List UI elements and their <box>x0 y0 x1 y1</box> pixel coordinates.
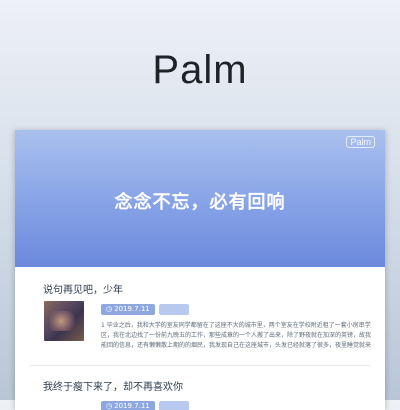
post-excerpt: 1 毕业之后，我和大学的室友同学都留在了这座不大的城市里，两个室友在学校附近租了… <box>101 322 371 349</box>
post-title[interactable]: 我终于瘦下来了，却不再喜欢你 <box>43 378 371 393</box>
thumbnail-image <box>50 311 78 331</box>
hero-banner: Palm 念念不忘，必有回响 <box>15 130 385 267</box>
post-date: 2019.7.11 <box>114 305 150 313</box>
post-item[interactable]: 说句再见吧，少年 ◷ 2019.7.11 1 毕业之后，我和大学的室友同学都留在… <box>15 267 385 351</box>
post-date: 2019.7.11 <box>114 402 150 410</box>
post-thumbnail[interactable] <box>44 301 84 341</box>
date-badge: ◷ 2019.7.11 <box>101 401 155 410</box>
content-card: Palm 念念不忘，必有回响 说句再见吧，少年 ◷ 2019.7.11 1 毕业… <box>15 130 385 410</box>
post-item[interactable]: 我终于瘦下来了，却不再喜欢你 ◷ 2019.7.11 <box>15 366 385 410</box>
post-meta: ◷ 2019.7.11 <box>101 401 371 410</box>
post-title[interactable]: 说句再见吧，少年 <box>43 281 371 296</box>
site-brand[interactable]: Palm <box>0 48 400 93</box>
hero-logo[interactable]: Palm <box>346 136 375 148</box>
category-badge[interactable] <box>158 401 189 410</box>
category-badge[interactable] <box>158 304 189 315</box>
hero-title: 念念不忘，必有回响 <box>114 192 286 213</box>
clock-icon: ◷ <box>106 305 113 313</box>
post-meta: ◷ 2019.7.11 <box>101 304 371 315</box>
date-badge: ◷ 2019.7.11 <box>101 304 155 315</box>
clock-icon: ◷ <box>106 402 113 410</box>
